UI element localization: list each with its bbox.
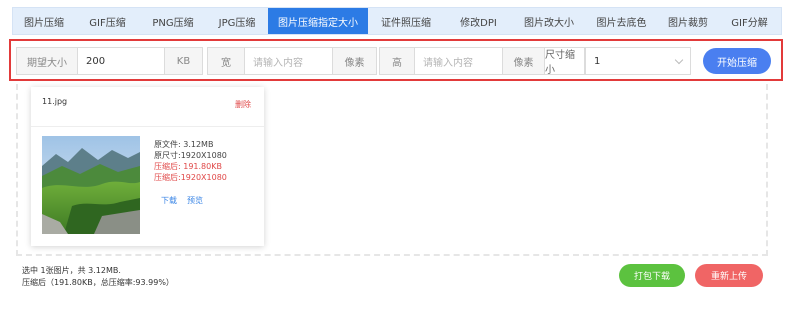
image-thumbnail [42,136,140,234]
original-dimensions: 原尺寸:1920X1080 [154,151,227,160]
tool-tabs: 图片压缩 GIF压缩 PNG压缩 JPG压缩 图片压缩指定大小 证件照压缩 修改… [12,7,782,35]
original-file-size: 原文件: 3.12MB [154,140,214,149]
image-info: 原文件: 3.12MB 原尺寸:1920X1080 压缩后: 191.80KB … [154,139,227,183]
chevron-down-icon [674,55,684,64]
params-row: 期望大小 200 KB 宽 请输入内容 像素 高 请输入内容 像素 尺寸缩小 1… [16,47,771,76]
image-result-card: 11.jpg 删除 原文件: 3.12MB 原尺寸:1920X1080 压缩后:… [31,87,264,246]
tab-resize-image[interactable]: 图片改大小 [513,8,585,34]
card-header: 11.jpg 删除 [31,87,264,127]
tab-remove-background[interactable]: 图片去底色 [585,8,658,34]
tab-gif-split[interactable]: GIF分解 [718,8,781,34]
height-input[interactable]: 请输入内容 [415,47,503,75]
scale-label: 尺寸缩小 [545,47,585,76]
tab-compress-to-size[interactable]: 图片压缩指定大小 [268,8,368,34]
tab-image-compress[interactable]: 图片压缩 [13,8,75,34]
summary-compressed: 压缩后（191.80KB，总压缩率:93.99%） [22,278,174,287]
height-label: 高 [379,47,415,75]
reupload-button[interactable]: 重新上传 [695,264,763,287]
card-actions: 下载 预览 [161,195,203,206]
tab-change-dpi[interactable]: 修改DPI [444,8,513,34]
pack-download-button[interactable]: 打包下载 [619,264,685,287]
summary-selected: 选中 1张图片，共 3.12MB. [22,266,121,275]
expected-size-label: 期望大小 [16,47,78,75]
width-unit: 像素 [333,47,377,75]
preview-link[interactable]: 预览 [187,195,203,206]
scale-select[interactable]: 1 [585,47,691,75]
expected-size-input[interactable]: 200 [78,47,165,75]
width-label: 宽 [207,47,245,75]
tab-crop-image[interactable]: 图片裁剪 [658,8,718,34]
download-link[interactable]: 下载 [161,195,177,206]
compressed-file-size: 压缩后: 191.80KB [154,162,222,171]
start-compress-button[interactable]: 开始压缩 [703,48,771,74]
height-unit: 像素 [503,47,545,75]
kb-unit: KB [165,47,203,75]
tab-png-compress[interactable]: PNG压缩 [140,8,206,34]
width-input[interactable]: 请输入内容 [245,47,333,75]
tab-jpg-compress[interactable]: JPG压缩 [206,8,268,34]
tab-id-photo-compress[interactable]: 证件照压缩 [368,8,444,34]
delete-link[interactable]: 删除 [235,99,251,110]
compressed-dimensions: 压缩后:1920X1080 [154,173,227,182]
scale-value: 1 [594,55,601,67]
compression-summary: 选中 1张图片，共 3.12MB. 压缩后（191.80KB，总压缩率:93.9… [22,265,174,289]
tab-gif-compress[interactable]: GIF压缩 [75,8,140,34]
file-name: 11.jpg [42,97,68,106]
